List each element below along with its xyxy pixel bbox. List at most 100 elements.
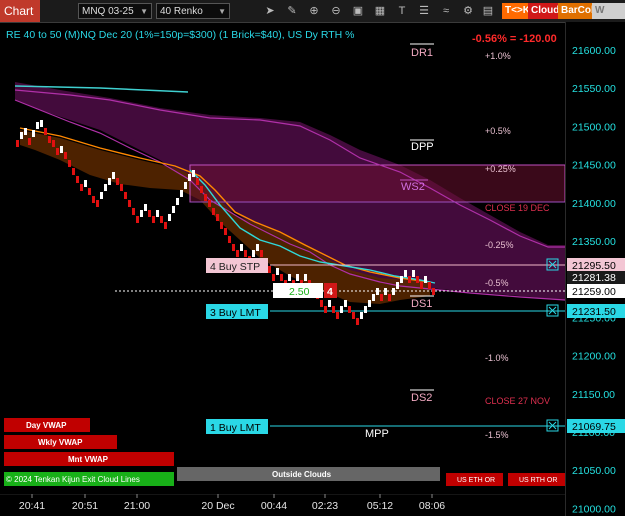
time-tick-label: 20 Dec (201, 500, 234, 512)
renko-down-brick (28, 138, 31, 145)
zoom-in-icon[interactable]: ⊕ (306, 3, 322, 19)
mpp-label: MPP (365, 428, 389, 440)
us-rth-or-button[interactable]: US RTH OR (508, 473, 565, 486)
grid-icon[interactable]: ▦ (372, 3, 388, 19)
order-buy-stp[interactable]: 4 Buy STP (206, 258, 268, 273)
lock-icon[interactable]: ▣ (350, 3, 366, 19)
renko-down-brick (64, 152, 67, 159)
renko-up-brick (176, 198, 179, 205)
order-buy-lmt-1[interactable]: 1 Buy LMT (206, 419, 268, 434)
chart-tab[interactable]: Chart (0, 0, 40, 22)
renko-up-brick (372, 294, 375, 301)
renko-up-brick (140, 210, 143, 217)
time-tick-label: 02:23 (312, 500, 338, 512)
renko-down-brick (332, 306, 335, 313)
renko-down-brick (88, 188, 91, 195)
outside-clouds-button[interactable]: Outside Clouds (177, 467, 440, 481)
renko-up-brick (24, 128, 27, 135)
renko-up-brick (400, 276, 403, 283)
renko-up-brick (180, 190, 183, 197)
renko-down-brick (408, 276, 411, 283)
renko-down-brick (220, 222, 223, 229)
chart-header: RE 40 to 50 (M)NQ Dec 20 (1%=150p=$300) … (6, 29, 355, 41)
renko-up-brick (404, 270, 407, 277)
pct-label: -1.5% (485, 430, 509, 440)
renko-down-brick (48, 136, 51, 143)
renko-up-brick (376, 288, 379, 295)
daily-change: -0.56% = -120.00 (472, 33, 557, 45)
last-price-tag: 21281.38 (567, 271, 625, 284)
renko-down-brick (260, 250, 263, 257)
time-axis[interactable]: 20:41 20:51 21:00 20 Dec 00:44 02:23 05:12 08:0… (0, 494, 565, 516)
mnt-vwap-button[interactable]: Mnt VWAP (4, 452, 174, 466)
dpp-label: DPP (411, 141, 434, 153)
renko-down-brick (432, 288, 435, 295)
renko-down-brick (128, 200, 131, 207)
renko-up-brick (192, 170, 195, 177)
wvwap-toggle-button[interactable]: W VWAP (592, 3, 625, 19)
bar-type-selector[interactable]: 40 Renko ▼ (156, 3, 230, 19)
renko-down-brick (212, 208, 215, 215)
renko-up-brick (20, 132, 23, 139)
time-ticks: 20:41 20:51 21:00 20 Dec 00:44 02:23 05:12 08:0… (19, 494, 445, 512)
price-tick-label: 21150.00 (572, 389, 615, 401)
copyright-label: © 2024 Tenkan Kijun Exit Cloud Lines (6, 475, 140, 484)
time-tick-label: 00:44 (261, 500, 287, 512)
renko-up-brick (340, 306, 343, 313)
indicators-icon[interactable]: ≈ (438, 3, 454, 19)
pencil-icon[interactable]: ✎ (284, 3, 300, 19)
day-vwap-button[interactable]: Day VWAP (4, 418, 90, 432)
properties-icon[interactable]: ☰ (416, 3, 432, 19)
wkly-vwap-button[interactable]: Wkly VWAP (4, 435, 117, 449)
pointer-icon[interactable]: ➤ (262, 3, 278, 19)
close-27nov-label: CLOSE 27 NOV (485, 396, 550, 406)
renko-down-brick (120, 184, 123, 191)
position-qty: 2.50 (289, 286, 310, 298)
ds2-label: DS2 (411, 392, 432, 404)
chart-toolbar: Chart MNQ 03-25 ▼ 40 Renko ▼ ➤ ✎ ⊕ ⊖ ▣ ▦… (0, 0, 625, 23)
price-tick-label: 21350.00 (572, 236, 616, 248)
renko-down-brick (96, 200, 99, 207)
position-marker[interactable]: 2.50 4 (273, 283, 337, 298)
renko-up-brick (240, 244, 243, 251)
time-tick-label: 21:00 (124, 500, 150, 512)
renko-down-brick (352, 312, 355, 319)
renko-down-brick (208, 200, 211, 207)
price-tag-label: 21259.00 (572, 286, 616, 298)
layout-icon[interactable]: ▤ (480, 3, 496, 19)
renko-up-brick (144, 204, 147, 211)
button-label: US RTH OR (519, 477, 557, 484)
renko-down-brick (232, 244, 235, 251)
renko-down-brick (160, 216, 163, 223)
renko-down-brick (68, 160, 71, 167)
current-price-tag: 21259.00 (567, 284, 625, 298)
renko-down-brick (416, 276, 419, 283)
cloud-lines-button[interactable]: © 2024 Tenkan Kijun Exit Cloud Lines (4, 472, 174, 486)
barcol-toggle-button[interactable]: BarCol (558, 3, 597, 19)
button-label: Outside Clouds (272, 470, 332, 479)
order-buy-lmt-3[interactable]: 3 Buy LMT (206, 304, 268, 319)
renko-up-brick (412, 270, 415, 277)
renko-down-brick (204, 194, 207, 201)
renko-down-brick (272, 274, 275, 281)
chart-plot-area[interactable]: DR1 DPP WS2 DS1 DS2 MPP +1.0% +0.5% +0.2… (0, 22, 565, 494)
renko-down-brick (216, 214, 219, 221)
renko-up-brick (188, 174, 191, 181)
renko-down-brick (196, 178, 199, 185)
order-label: 4 Buy STP (210, 261, 260, 273)
renko-down-brick (16, 140, 19, 147)
price-axis[interactable]: 21600.00 21550.00 21500.00 21450.00 21400.00… (565, 22, 625, 516)
renko-down-brick (428, 282, 431, 289)
strategy-icon[interactable]: ⚙ (460, 3, 476, 19)
instrument-selector[interactable]: MNQ 03-25 ▼ (78, 3, 152, 19)
text-icon[interactable]: T (394, 3, 410, 19)
renko-up-brick (60, 146, 63, 153)
renko-down-brick (72, 168, 75, 175)
renko-down-brick (52, 140, 55, 147)
renko-up-brick (252, 250, 255, 257)
pct-label: +0.25% (485, 164, 516, 174)
buy-stp-price-tag: 21295.50 (567, 258, 625, 272)
us-eth-or-button[interactable]: US ETH OR (446, 473, 503, 486)
zoom-out-icon[interactable]: ⊖ (328, 3, 344, 19)
pct-label: -0.25% (485, 240, 514, 250)
